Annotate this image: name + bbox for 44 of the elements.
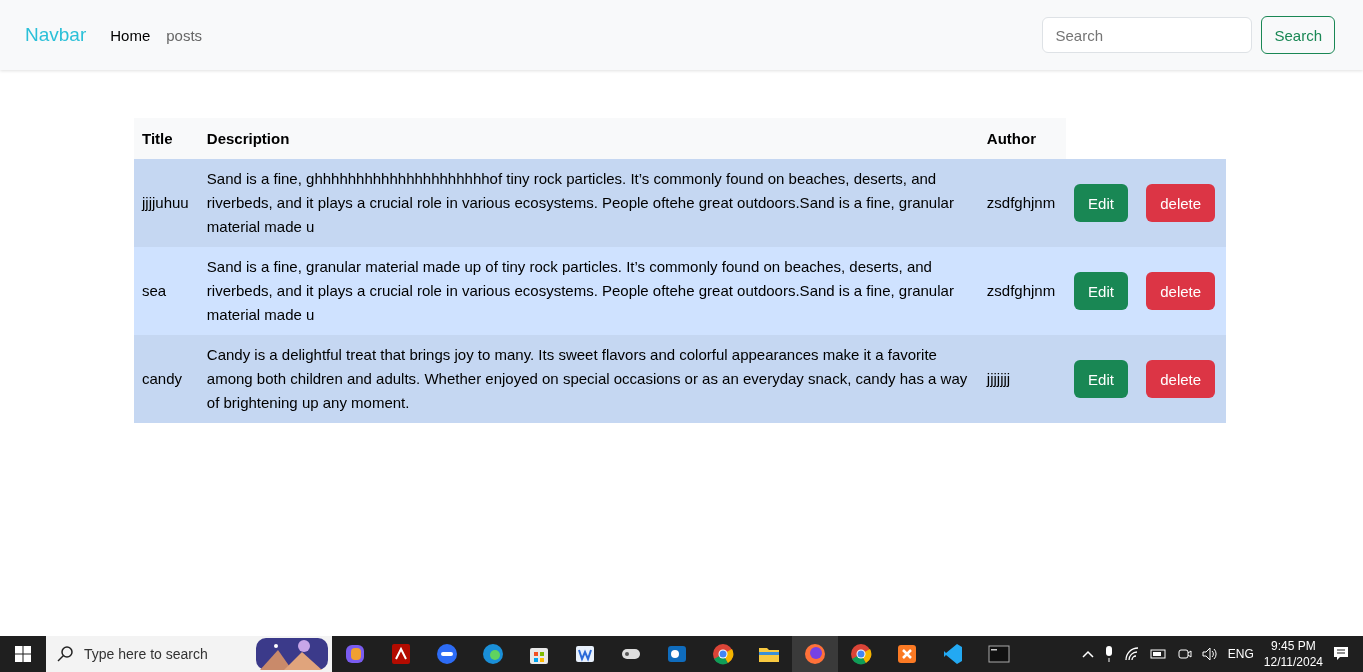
nav-link[interactable]: Home	[110, 26, 151, 44]
app-icon	[895, 642, 919, 666]
camera-icon[interactable]	[1177, 647, 1192, 661]
delete-button[interactable]: delete	[1146, 360, 1216, 398]
delete-button[interactable]: delete	[1146, 272, 1216, 310]
language-indicator[interactable]: ENG	[1227, 647, 1254, 661]
table-cell: Sand is a fine, ghhhhhhhhhhhhhhhhhhhhhof tiny rock particles. It’s commonly found on beaches, deserts, and riverbeds, and it plays a crucial role in various ecosystems. People oftehe great outdoors.Sand is a fine, granular material made u	[198, 159, 979, 247]
app-icon	[987, 642, 1011, 666]
app-icon	[941, 642, 965, 666]
chevron-up-icon[interactable]	[1081, 650, 1094, 658]
table-cell: zsdfghjnm	[978, 159, 1067, 247]
table-cell: Sand is a fine, granular material made up of tiny rock particles. It’s commonly found on beaches, deserts, and riverbeds, and it plays a crucial role in various ecosystems. People oftehe great outdoors.Sand is a fine, granular material made u	[198, 247, 979, 335]
edit-button[interactable]: Edit	[1074, 272, 1128, 310]
app-icon	[711, 642, 735, 666]
table-cell: candy	[134, 335, 199, 423]
search-icon	[56, 645, 74, 663]
search-button[interactable]: Search	[1261, 16, 1335, 54]
app-icon	[343, 642, 367, 666]
nav-link[interactable]: posts	[166, 26, 203, 44]
table-cell: zsdfghjnm	[978, 247, 1067, 335]
app-icon	[389, 642, 413, 666]
app-icon	[435, 642, 459, 666]
table-cell: sea	[134, 247, 199, 335]
battery-icon[interactable]	[1149, 648, 1168, 660]
column-header: Author	[978, 118, 1067, 159]
wifi-icon[interactable]	[1123, 647, 1140, 661]
taskbar-search-field[interactable]: Type here to search	[46, 636, 332, 672]
windows-icon	[15, 646, 31, 662]
app-icon	[803, 642, 827, 666]
edit-button[interactable]: Edit	[1074, 184, 1128, 222]
table-cell: Candy is a delightful treat that brings joy to many. Its sweet flavors and colorful appearances make it a favorite among both children and adults. Whether enjoyed on special occasions or as an everyday snack, candy has a way of brightening up any moment.	[198, 335, 979, 423]
app-icon	[481, 642, 505, 666]
clock[interactable]: 9:45 PM 12/11/2024	[1263, 638, 1323, 670]
delete-button[interactable]: delete	[1146, 184, 1216, 222]
table-cell: jjjjuhuu	[134, 159, 199, 247]
search-field[interactable]: Search	[1042, 17, 1253, 53]
speaker-icon[interactable]	[1201, 647, 1218, 661]
app-icon	[849, 642, 873, 666]
column-header: Description	[198, 118, 979, 159]
edit-button[interactable]: Edit	[1074, 360, 1128, 398]
table-cell: jjjjjjj	[978, 335, 1067, 423]
microphone-icon[interactable]	[1103, 646, 1114, 662]
column-header: Title	[134, 118, 199, 159]
notification-icon[interactable]	[1333, 646, 1349, 662]
